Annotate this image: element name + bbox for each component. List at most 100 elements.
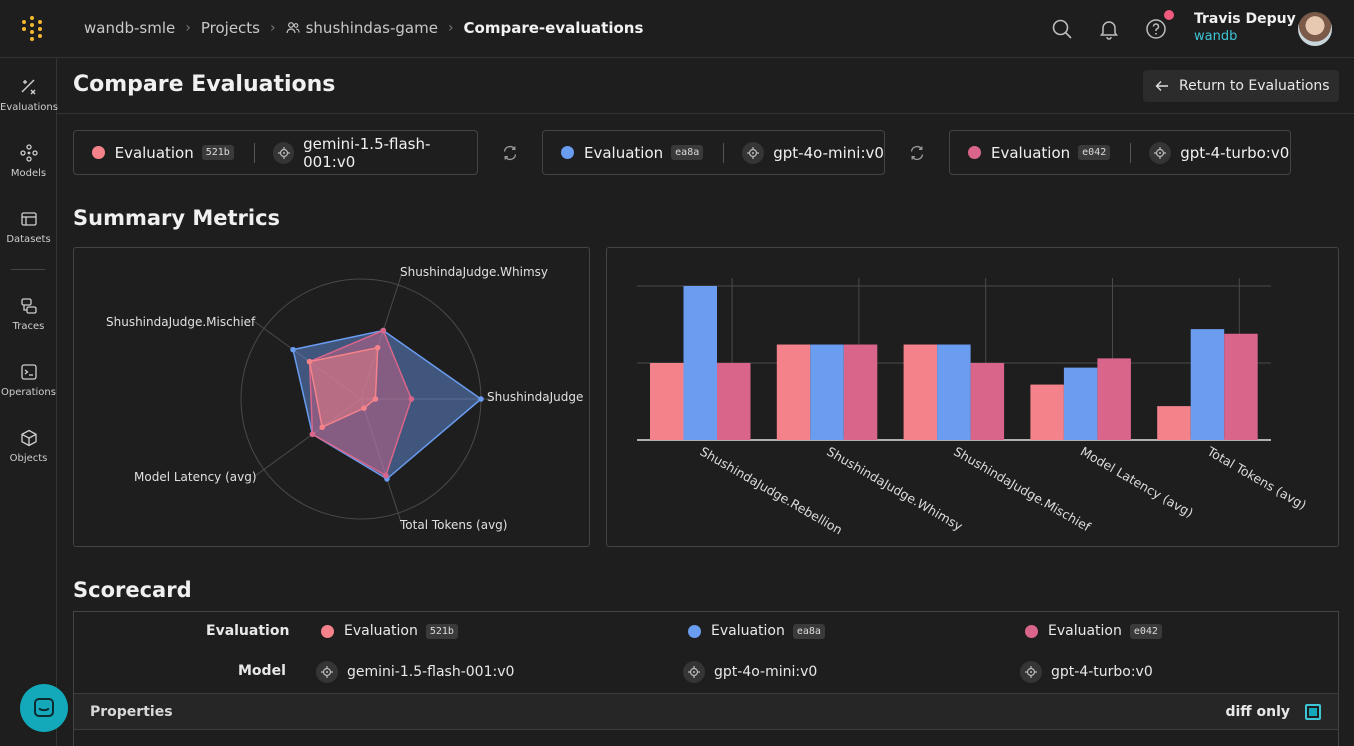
datasets-icon xyxy=(20,212,37,226)
sidebar-item-traces[interactable]: Traces xyxy=(0,297,57,332)
radar-point xyxy=(383,472,389,479)
sidebar-item-datasets[interactable]: Datasets xyxy=(0,210,57,245)
user-menu[interactable]: Travis Depuy wandb xyxy=(1194,11,1296,44)
sidebar-item-operations[interactable]: Operations xyxy=(0,363,57,398)
sidebar-item-label: Objects xyxy=(9,453,48,464)
card-divider xyxy=(253,142,255,163)
bar-category-label: ShushindaJudge.Mischief xyxy=(951,444,1094,535)
radar-point xyxy=(309,431,316,438)
radar-point xyxy=(408,396,415,402)
evaluation-id-badge: ea8a xyxy=(792,623,825,639)
breadcrumb-projects[interactable]: Projects xyxy=(201,19,260,37)
sidebar-item-evaluations[interactable]: Evaluations xyxy=(0,78,58,113)
bell-icon[interactable] xyxy=(1098,18,1120,40)
model-icon xyxy=(742,141,765,164)
bar xyxy=(937,344,971,440)
bar xyxy=(717,363,751,440)
sidebar-item-label: Traces xyxy=(12,321,45,332)
bar xyxy=(970,363,1005,440)
bar xyxy=(1063,367,1098,440)
radar-point xyxy=(290,346,296,353)
swap-icon[interactable] xyxy=(909,145,925,161)
bar xyxy=(1157,406,1191,440)
chevron-right-icon: › xyxy=(185,20,191,36)
model-name[interactable]: gemini-1.5-flash-001:v0 xyxy=(303,135,477,171)
chat-support-button[interactable] xyxy=(20,684,68,732)
return-to-evaluations-button[interactable]: Return to Evaluations xyxy=(1143,70,1339,102)
sidebar-item-models[interactable]: Models xyxy=(0,144,57,179)
bar xyxy=(1030,384,1064,440)
diff-only-checkbox[interactable] xyxy=(1305,704,1321,720)
bar xyxy=(1190,329,1225,440)
chevron-right-icon: › xyxy=(447,20,454,36)
breadcrumb: wandb-smle › Projects › shushindas-game … xyxy=(84,19,643,37)
bar xyxy=(776,344,811,440)
return-button-label: Return to Evaluations xyxy=(1179,78,1330,94)
model-name: gemini-1.5-flash-001:v0 xyxy=(347,664,515,680)
radar-axis-label: ShushindaJudge.Mischief xyxy=(106,315,256,329)
chevron-right-icon: › xyxy=(270,20,276,36)
scorecard-table: Evaluation Model Evaluation 521b Evaluat… xyxy=(73,611,1339,746)
bar-chart: ShushindaJudge.RebellionShushindaJudge.W… xyxy=(637,278,1309,537)
breadcrumb-org[interactable]: wandb-smle xyxy=(84,19,175,37)
radar-point xyxy=(372,396,379,402)
arrow-left-icon xyxy=(1155,81,1168,91)
summary-metrics-title: Summary Metrics xyxy=(73,206,281,230)
evaluation-id-badge: 521b xyxy=(425,623,458,639)
wandb-logo-icon[interactable] xyxy=(22,16,48,42)
scorecard-model-1[interactable]: gemini-1.5-flash-001:v0 xyxy=(316,661,514,683)
properties-header: Properties diff only xyxy=(74,693,1338,730)
sidebar-item-label: Models xyxy=(10,168,47,179)
evaluation-card-3[interactable]: Evaluation e042 gpt-4-turbo:v0 xyxy=(949,130,1291,175)
scorecard-evaluation-3[interactable]: Evaluation e042 xyxy=(1025,623,1162,639)
breadcrumb-current: Compare-evaluations xyxy=(463,19,644,37)
evaluation-color-dot xyxy=(561,146,574,159)
evaluation-card-2[interactable]: Evaluation ea8a gpt-4o-mini:v0 xyxy=(542,130,885,175)
evaluation-label: Evaluation xyxy=(584,143,664,162)
sidebar-divider xyxy=(11,269,45,270)
bar xyxy=(903,344,938,440)
bar xyxy=(1097,358,1131,440)
model-icon xyxy=(316,661,338,683)
radar-axis-label: Total Tokens (avg) xyxy=(400,518,508,532)
evaluation-label: Evaluation xyxy=(1048,623,1122,639)
scorecard-title: Scorecard xyxy=(73,578,192,602)
properties-label: Properties xyxy=(90,704,173,720)
radar-point xyxy=(319,424,325,431)
radar-point xyxy=(361,405,367,411)
evaluation-label: Evaluation xyxy=(344,623,418,639)
bar-category-label: Total Tokens (avg) xyxy=(1204,443,1309,512)
bar xyxy=(843,344,878,440)
radar-point xyxy=(380,327,387,334)
scorecard-evaluation-1[interactable]: Evaluation 521b xyxy=(321,623,458,639)
avatar[interactable] xyxy=(1298,12,1332,46)
operations-icon xyxy=(20,364,37,380)
card-divider xyxy=(1130,142,1132,163)
diff-only-label: diff only xyxy=(1225,704,1290,720)
evaluation-id-badge: e042 xyxy=(1078,145,1111,160)
sidebar-item-objects[interactable]: Objects xyxy=(0,429,57,464)
evaluation-label: Evaluation xyxy=(711,623,785,639)
swap-icon[interactable] xyxy=(502,145,518,161)
bar xyxy=(683,286,717,440)
scorecard-evaluation-2[interactable]: Evaluation ea8a xyxy=(688,623,825,639)
search-icon[interactable] xyxy=(1051,18,1073,40)
evaluation-card-1[interactable]: Evaluation 521b gemini-1.5-flash-001:v0 xyxy=(73,130,478,175)
objects-icon xyxy=(20,429,37,447)
sidebar-item-label: Operations xyxy=(1,387,56,398)
model-name: gpt-4-turbo:v0 xyxy=(1051,664,1153,680)
bar xyxy=(1224,333,1258,440)
page-title: Compare Evaluations xyxy=(73,72,336,97)
breadcrumb-project[interactable]: shushindas-game xyxy=(306,19,438,37)
scorecard-model-3[interactable]: gpt-4-turbo:v0 xyxy=(1020,661,1153,683)
scorecard-model-2[interactable]: gpt-4o-mini:v0 xyxy=(683,661,817,683)
help-icon[interactable] xyxy=(1145,18,1167,40)
bar xyxy=(650,363,684,440)
bar-category-label: Model Latency (avg) xyxy=(1078,444,1196,521)
bar xyxy=(810,344,844,440)
evaluations-icon xyxy=(21,79,35,95)
model-name[interactable]: gpt-4-turbo:v0 xyxy=(1180,144,1289,162)
sidebar-item-label: Datasets xyxy=(6,234,51,245)
model-name[interactable]: gpt-4o-mini:v0 xyxy=(773,144,884,162)
radar-axis-label: Model Latency (avg) xyxy=(134,470,257,484)
